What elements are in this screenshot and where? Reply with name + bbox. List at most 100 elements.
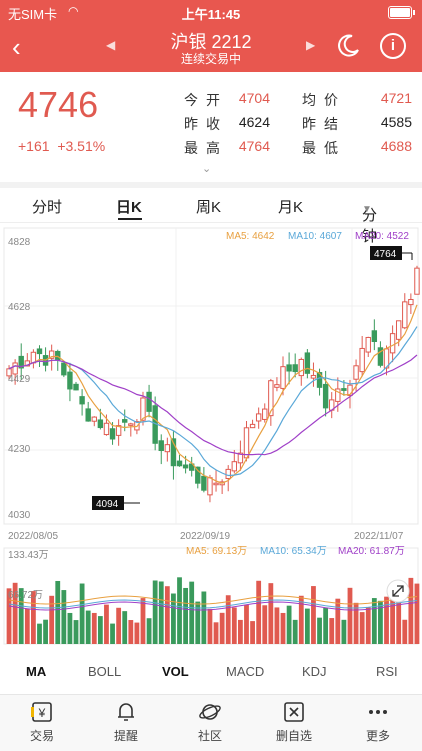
volume-bar: [304, 608, 310, 644]
fullscreen-icon[interactable]: [386, 579, 410, 603]
planet-icon: [199, 704, 221, 720]
status-time: 上午11:45: [181, 7, 241, 22]
tab-monthly-k[interactable]: 月K: [278, 196, 303, 217]
volume-bar: [79, 583, 85, 644]
volume-bar: [97, 616, 103, 644]
ma5-label: MA5: 4642: [226, 231, 275, 242]
more-icon: [369, 710, 387, 714]
candle-body: [122, 419, 128, 423]
high-price-tag-text: 4764: [374, 249, 397, 260]
volume-bar: [298, 595, 304, 644]
volume-bar: [384, 596, 389, 644]
tabbar-more[interactable]: 更多: [348, 699, 408, 744]
tabbar-alert[interactable]: 提醒: [96, 699, 156, 744]
quote-key: 均价: [302, 92, 346, 108]
tab-intraday[interactable]: 分时: [32, 196, 62, 217]
indicator-tabs: MA BOLL VOL MACD KDJ RSI: [0, 652, 422, 688]
volume-bar: [201, 591, 207, 644]
candle-body: [402, 301, 408, 329]
y-tick-label: 4030: [8, 510, 31, 521]
quote-value: 4688: [380, 138, 412, 154]
indicator-ma[interactable]: MA: [26, 664, 46, 679]
candle-body: [79, 396, 85, 405]
candle-body: [408, 298, 414, 306]
volume-bar: [158, 581, 164, 644]
candle-body: [274, 384, 280, 388]
vol-ma5-label: MA5: 69.13万: [186, 546, 247, 557]
y-tick-label: 4628: [8, 302, 31, 313]
tabbar-trade[interactable]: ¥ 交易: [12, 699, 72, 744]
volume-bar: [55, 580, 61, 644]
volume-bar: [256, 580, 262, 644]
quote-key: 昨收: [184, 116, 228, 132]
volume-bar: [61, 590, 67, 644]
candle-body: [322, 383, 329, 409]
candle-body: [61, 362, 67, 376]
volume-bar: [213, 622, 219, 644]
night-mode-icon[interactable]: [332, 30, 364, 62]
chevron-down-icon: ▼: [362, 204, 372, 215]
volume-bar: [390, 600, 396, 644]
volume-bar: [164, 586, 170, 644]
info-icon[interactable]: i: [380, 33, 406, 59]
candle-body: [249, 423, 256, 429]
y-tick-label: 4230: [8, 444, 31, 455]
candle-body: [255, 413, 262, 422]
indicator-kdj[interactable]: KDJ: [302, 664, 327, 679]
volume-bar: [43, 619, 48, 644]
chart-grid: [3, 227, 419, 645]
tab-weekly-k[interactable]: 周K: [196, 196, 221, 217]
tab-daily-k[interactable]: 日K: [116, 196, 142, 217]
volume-max-label: 133.43万: [8, 550, 49, 561]
quote-row: 今开 4704 均价 4721: [184, 90, 414, 114]
candle-body: [140, 397, 146, 421]
candle-body: [286, 364, 292, 372]
volume-bar: [317, 617, 322, 644]
candle-body: [262, 408, 268, 420]
remove-icon: [284, 702, 304, 722]
last-price: 4746: [18, 84, 99, 125]
tabbar-label: 删自选: [275, 729, 312, 743]
volume-bar: [73, 620, 79, 644]
indicator-boll[interactable]: BOLL: [88, 664, 121, 679]
quote-value: 4764: [238, 138, 270, 154]
y-tick-label: 4429: [8, 374, 31, 385]
volume-bar: [152, 580, 158, 644]
quote-row: 最高 4764 最低 4688: [184, 138, 414, 162]
nav-bar: ‹ ◀ 沪银 2212 连续交易中 ▶ i: [0, 24, 422, 72]
candle-body: [304, 352, 311, 374]
kline-chart[interactable]: MA5: 4642 MA10: 4607 MA20: 4522 4828 462…: [0, 222, 422, 652]
volume-bar: [280, 612, 286, 644]
candle-body: [414, 267, 420, 295]
indicator-vol[interactable]: VOL: [162, 664, 189, 679]
volume-bar: [292, 619, 298, 644]
indicator-macd[interactable]: MACD: [226, 664, 264, 679]
volume-bar: [128, 620, 134, 644]
volume-bar: [396, 601, 402, 644]
volume-bar: [122, 611, 128, 644]
candle-body: [207, 477, 213, 496]
candle-body: [280, 366, 286, 389]
candle-body: [231, 461, 238, 472]
tabbar-community[interactable]: 社区: [180, 699, 240, 744]
indicator-rsi[interactable]: RSI: [376, 664, 398, 679]
volume-bar: [274, 607, 280, 644]
trade-icon: ¥: [31, 702, 52, 722]
tabbar-remove-watchlist[interactable]: 删自选: [264, 699, 324, 744]
svg-text:¥: ¥: [38, 706, 46, 720]
ma10-label: MA10: 4607: [288, 231, 342, 242]
candle-body: [146, 391, 152, 412]
volume-bar: [237, 619, 243, 644]
volume-bar: [402, 619, 408, 644]
candle-body: [158, 440, 164, 452]
quote-value: 4624: [238, 114, 270, 130]
status-bar: 无SIM卡 ◠ 上午11:45: [0, 0, 422, 24]
volume-bar: [371, 598, 377, 644]
candle-body: [91, 416, 97, 422]
low-price-tag-text: 4094: [96, 499, 119, 510]
volume-bar: [311, 586, 316, 644]
volume-bar: [244, 604, 249, 644]
candle-body: [97, 419, 104, 429]
next-contract-button[interactable]: ▶: [306, 38, 315, 52]
expand-chevron-icon[interactable]: ⌄: [202, 162, 211, 175]
